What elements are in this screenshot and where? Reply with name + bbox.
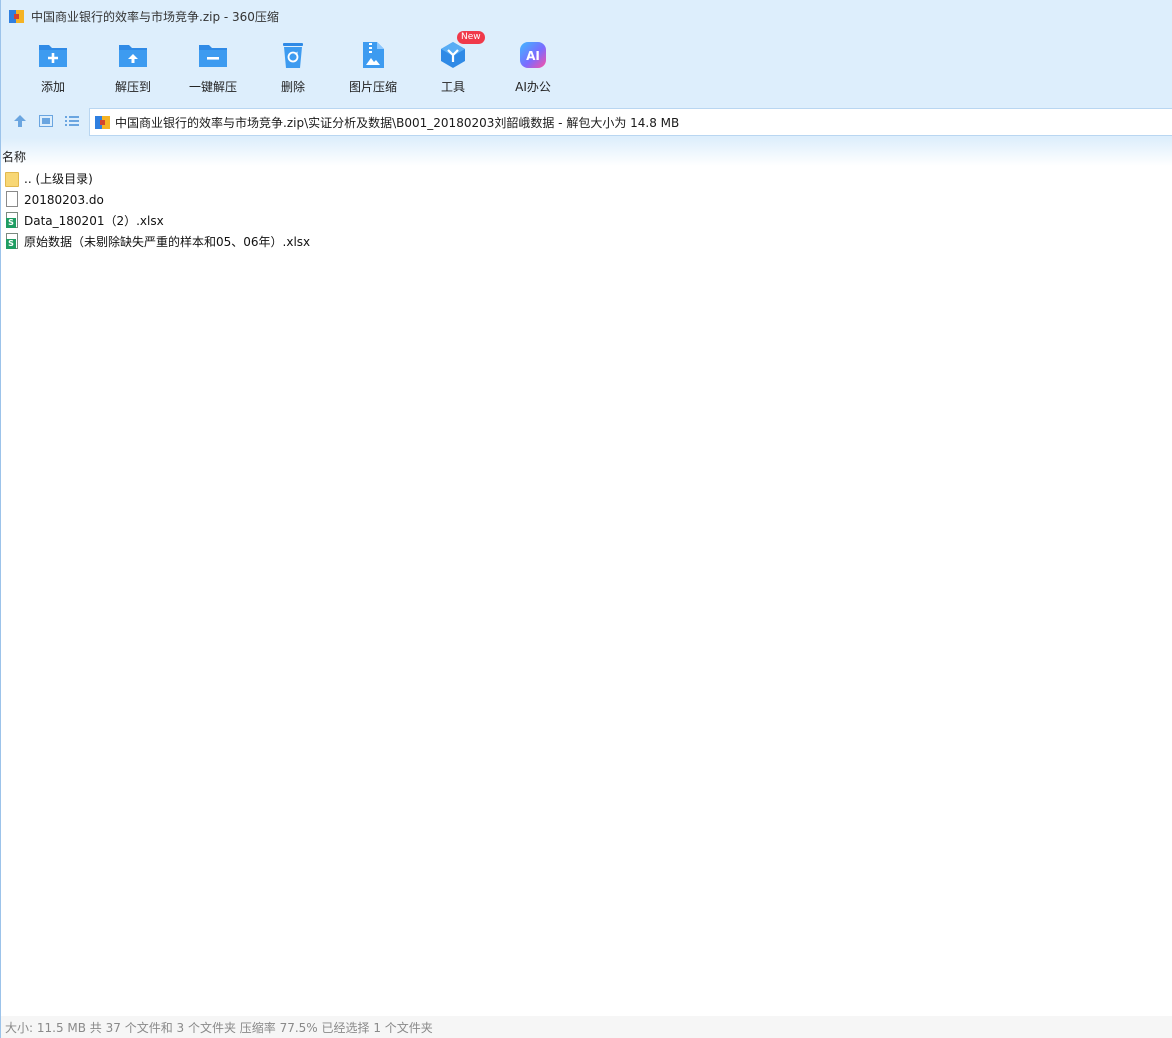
delete-button[interactable]: 删除	[253, 34, 333, 98]
app-window: 中国商业银行的效率与市场竞争.zip - 360压缩 添加 解压到 一键解压 删…	[0, 0, 1172, 1038]
ai-office-button[interactable]: AI AI办公	[493, 34, 573, 98]
delete-label: 删除	[280, 80, 305, 94]
one-click-extract-label: 一键解压	[188, 80, 237, 94]
spreadsheet-icon: S	[5, 212, 19, 229]
main-toolbar: 添加 解压到 一键解压 删除 图片压缩 New 工具 AI AI办公	[13, 31, 573, 98]
file-name: 20180203.do	[24, 192, 104, 207]
list-item[interactable]: S 原始数据（未剔除缺失严重的样本和05、06年）.xlsx	[5, 231, 1169, 252]
toolbar-region: 中国商业银行的效率与市场竞争.zip - 360压缩 添加 解压到 一键解压 删…	[1, 0, 1172, 106]
image-compress-icon	[357, 39, 389, 71]
status-text: 大小: 11.5 MB 共 37 个文件和 3 个文件夹 压缩率 77.5% 已…	[5, 1020, 433, 1035]
window-title: 中国商业银行的效率与市场竞争.zip - 360压缩	[31, 9, 279, 24]
new-badge: New	[457, 31, 485, 44]
thumbnail-view-icon[interactable]	[36, 112, 56, 130]
document-icon	[5, 191, 19, 208]
folder-extract-icon	[117, 39, 149, 71]
folder-one-click-extract-icon	[197, 39, 229, 71]
header-divider	[1, 138, 1172, 166]
image-compress-label: 图片压缩	[348, 80, 397, 94]
path-field[interactable]: 中国商业银行的效率与市场竞争.zip\实证分析及数据\B001_20180203…	[89, 108, 1172, 136]
folder-icon	[5, 170, 19, 187]
recycle-bin-icon	[277, 39, 309, 71]
list-item[interactable]: 20180203.do	[5, 189, 1169, 210]
image-compress-button[interactable]: 图片压缩	[333, 34, 413, 98]
ai-office-label: AI办公	[515, 80, 551, 94]
extract-to-label: 解压到	[114, 80, 151, 94]
spreadsheet-icon: S	[5, 233, 19, 250]
add-button-label: 添加	[40, 80, 65, 94]
svg-text:AI: AI	[526, 49, 540, 63]
address-bar: 中国商业银行的效率与市场竞争.zip\实证分析及数据\B001_20180203…	[1, 106, 1172, 138]
path-text: 中国商业银行的效率与市场竞争.zip\实证分析及数据\B001_20180203…	[115, 115, 680, 130]
file-name: Data_180201（2）.xlsx	[24, 214, 164, 228]
list-view-icon[interactable]	[62, 112, 82, 130]
column-header-name[interactable]: 名称	[1, 148, 26, 164]
tools-button[interactable]: New 工具	[413, 31, 493, 98]
archive-icon	[95, 114, 111, 130]
extract-to-button[interactable]: 解压到	[93, 34, 173, 98]
title-bar: 中国商业银行的效率与市场竞争.zip - 360压缩	[1, 0, 1172, 32]
archive-app-icon	[9, 8, 25, 24]
tools-label: 工具	[440, 80, 465, 94]
list-item[interactable]: S Data_180201（2）.xlsx	[5, 210, 1169, 231]
folder-add-icon	[37, 39, 69, 71]
file-list: .. (上级目录) 20180203.do S Data_180201（2）.x…	[5, 168, 1169, 252]
status-bar: 大小: 11.5 MB 共 37 个文件和 3 个文件夹 压缩率 77.5% 已…	[1, 1016, 1172, 1038]
file-name: 原始数据（未剔除缺失严重的样本和05、06年）.xlsx	[24, 235, 311, 249]
one-click-extract-button[interactable]: 一键解压	[173, 34, 253, 98]
file-name: .. (上级目录)	[24, 172, 93, 186]
list-item-parent-dir[interactable]: .. (上级目录)	[5, 168, 1169, 189]
up-arrow-icon[interactable]	[10, 112, 30, 130]
add-button[interactable]: 添加	[13, 34, 93, 98]
ai-office-icon: AI	[517, 39, 549, 71]
